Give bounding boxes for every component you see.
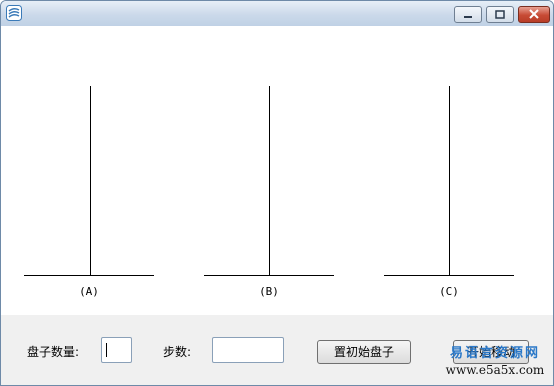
tower-canvas: (A) (B) (C) (1, 26, 553, 315)
minimize-icon (464, 16, 472, 18)
reset-disks-button[interactable]: 置初始盘子 (317, 340, 411, 364)
disk-count-input[interactable] (101, 337, 132, 363)
disk-count-label: 盘子数量: (27, 345, 80, 359)
steps-label: 步数: (163, 345, 192, 359)
watermark-line2: www.e5a5x.com (445, 363, 545, 377)
close-button[interactable] (518, 6, 550, 23)
watermark-line1: 易语言资源网 (449, 346, 540, 361)
app-window: (A) (B) (C) 盘子数量: 步数: 置初始盘子 开始移动 易语言资源网 … (0, 0, 554, 386)
peg-a-label: (A) (79, 285, 99, 298)
maximize-icon (495, 10, 505, 19)
minimize-button[interactable] (454, 6, 482, 23)
steps-input[interactable] (212, 337, 284, 363)
peg-b-label: (B) (259, 285, 279, 298)
app-icon (6, 5, 22, 21)
peg-a-base (24, 275, 154, 276)
title-bar[interactable] (1, 1, 553, 27)
peg-c-rod (449, 86, 450, 276)
text-caret (106, 343, 107, 357)
peg-a-rod (90, 86, 91, 276)
maximize-button[interactable] (486, 6, 514, 23)
watermark-logo: 易语言资源网 www.e5a5x.com (437, 345, 553, 385)
peg-b-rod (269, 86, 270, 276)
close-icon (529, 9, 539, 19)
peg-c-label: (C) (439, 285, 459, 298)
